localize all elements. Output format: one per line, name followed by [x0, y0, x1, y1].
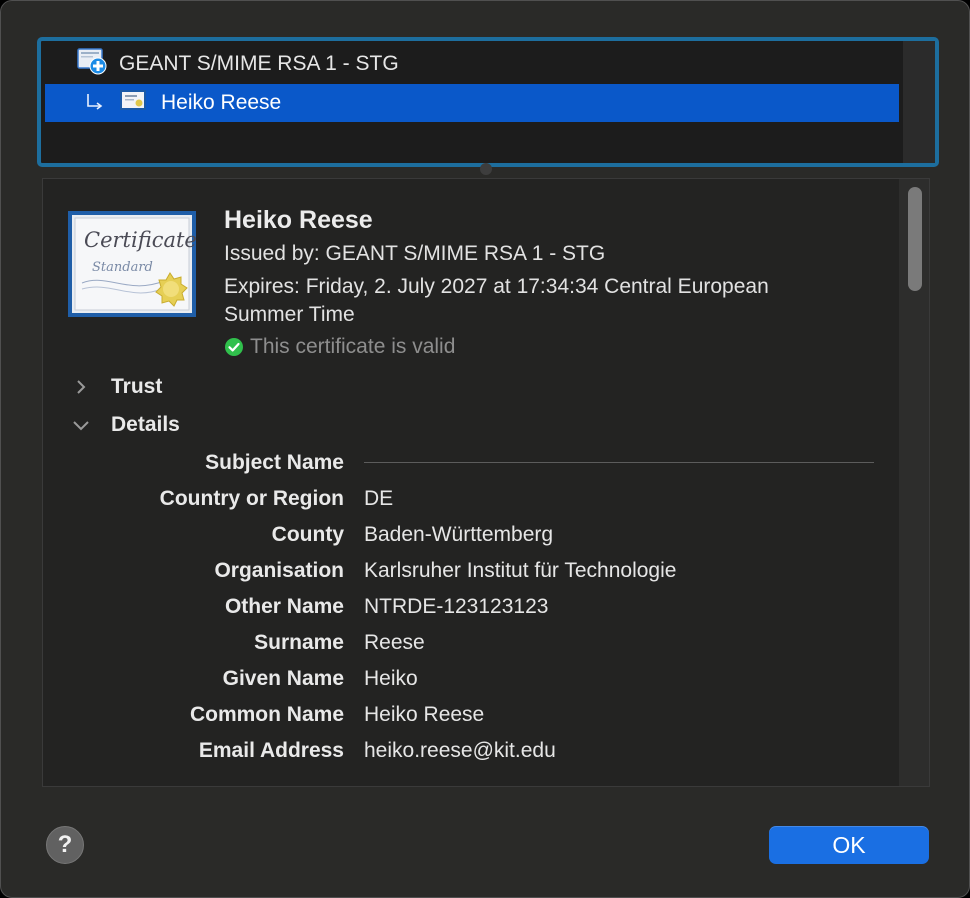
- chain-item-root-label: GEANT S/MIME RSA 1 - STG: [119, 52, 399, 75]
- field-value: Baden-Württemberg: [364, 523, 554, 546]
- field-label: Subject Name: [205, 451, 344, 474]
- chevron-down-icon: [73, 421, 89, 431]
- field-value: Heiko Reese: [364, 703, 485, 726]
- help-button[interactable]: ?: [46, 826, 84, 864]
- tree-branch-arrow-icon: [87, 94, 103, 110]
- field-row-email-address: Email Address heiko.reese@kit.edu: [43, 739, 901, 767]
- field-value: DE: [364, 487, 394, 510]
- certificate-image-subtitle: Standard: [92, 260, 153, 275]
- field-row-subject-name: Subject Name: [43, 451, 901, 479]
- certificate-expiry-continued: Summer Time: [224, 303, 355, 326]
- details-disclosure[interactable]: Details: [71, 413, 180, 437]
- field-label: Surname: [254, 631, 344, 654]
- field-label: Email Address: [198, 739, 344, 762]
- field-value: Karlsruher Institut für Technologie: [364, 559, 677, 582]
- field-value: heiko.reese@kit.edu: [364, 739, 556, 762]
- ok-button[interactable]: OK: [769, 826, 929, 864]
- certificate-expiry: Expires: Friday, 2. July 2027 at 17:34:3…: [224, 275, 769, 298]
- certificate-validity-status: This certificate is valid: [224, 335, 455, 359]
- field-label: Common Name: [189, 703, 344, 726]
- field-label: Country or Region: [159, 487, 344, 510]
- chevron-right-icon: [77, 380, 86, 394]
- details-scrollbar-thumb[interactable]: [908, 187, 922, 291]
- field-row-other-name: Other Name NTRDE-123123123: [43, 595, 901, 623]
- field-label: County: [271, 523, 344, 546]
- field-row-common-name: Common Name Heiko Reese: [43, 703, 901, 731]
- validity-text: This certificate is valid: [250, 335, 456, 358]
- chain-item-child-selected[interactable]: Heiko Reese: [45, 84, 899, 122]
- certificate-authority-icon: [77, 47, 107, 81]
- field-row-county: County Baden-Württemberg: [43, 523, 901, 551]
- section-rule: [364, 462, 874, 463]
- certificate-large-icon: Certificate Standard: [68, 211, 197, 322]
- field-row-surname: Surname Reese: [43, 631, 901, 659]
- field-value: Heiko: [364, 667, 418, 690]
- field-label: Given Name: [222, 667, 344, 690]
- field-label: Organisation: [214, 559, 344, 582]
- trust-disclosure[interactable]: Trust: [71, 375, 162, 399]
- split-view-divider-handle[interactable]: [480, 163, 492, 175]
- field-label: Other Name: [224, 595, 344, 618]
- chain-item-root[interactable]: GEANT S/MIME RSA 1 - STG: [45, 45, 899, 83]
- chain-scroll-area: [903, 41, 935, 163]
- certificate-name: Heiko Reese: [224, 206, 373, 234]
- field-row-country: Country or Region DE: [43, 487, 901, 515]
- field-value: NTRDE-123123123: [364, 595, 549, 618]
- field-value: Reese: [364, 631, 425, 654]
- certificate-dialog: GEANT S/MIME RSA 1 - STG Heiko Reese Cer…: [0, 0, 970, 898]
- certificate-image-title: Certificate: [84, 228, 196, 252]
- chain-item-child-label: Heiko Reese: [161, 91, 282, 114]
- valid-check-icon: [225, 338, 243, 356]
- certificate-chain-list[interactable]: GEANT S/MIME RSA 1 - STG Heiko Reese: [37, 37, 939, 167]
- details-section-label: Details: [111, 413, 180, 436]
- field-row-given-name: Given Name Heiko: [43, 667, 901, 695]
- certificate-icon: [119, 89, 147, 117]
- field-row-organisation: Organisation Karlsruher Institut für Tec…: [43, 559, 901, 587]
- details-scrollbar[interactable]: [899, 179, 929, 786]
- trust-section-label: Trust: [111, 375, 163, 398]
- certificate-details-panel[interactable]: Certificate Standard Heiko Reese Issued …: [42, 178, 930, 787]
- certificate-issuer: Issued by: GEANT S/MIME RSA 1 - STG: [224, 242, 606, 265]
